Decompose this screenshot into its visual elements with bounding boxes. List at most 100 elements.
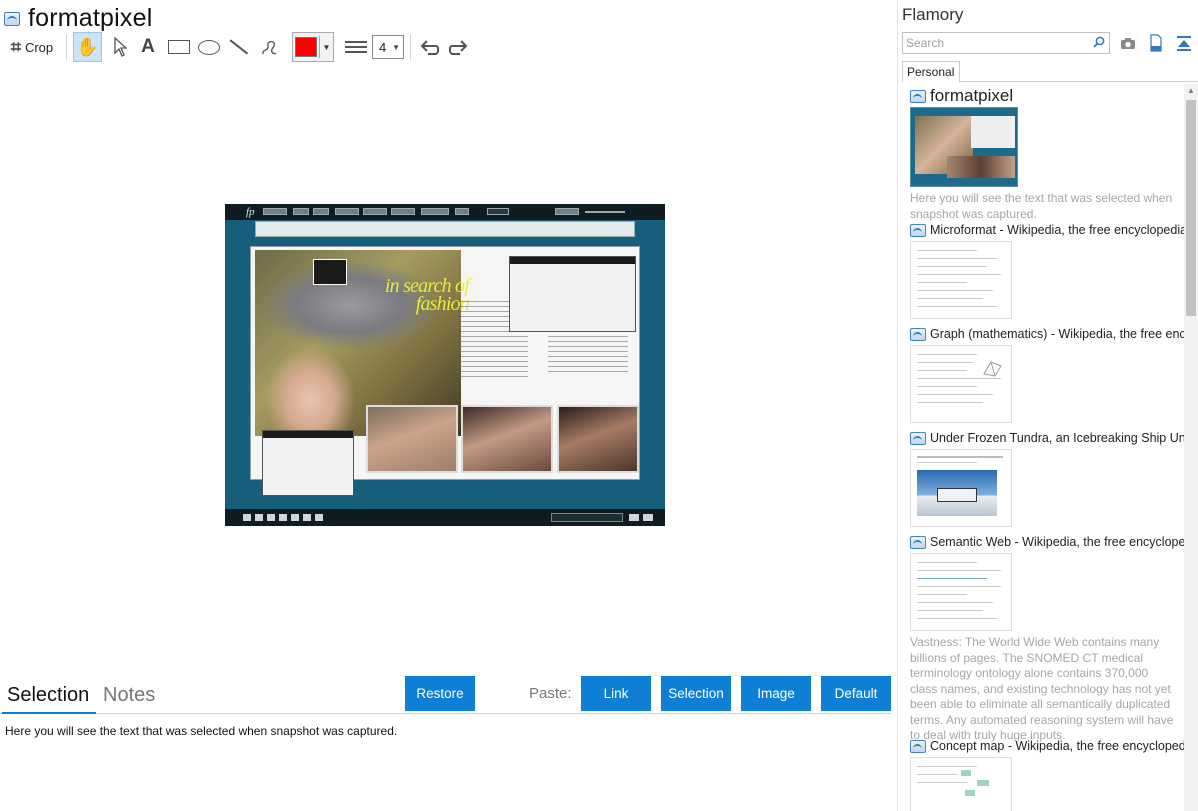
list-item-thumbnail	[910, 553, 1012, 631]
tab-notes[interactable]: Notes	[103, 684, 155, 707]
paste-link-button[interactable]: Link	[581, 676, 651, 711]
snapshot-icon	[910, 327, 926, 341]
sidebar-app-title: Flamory	[902, 5, 964, 24]
list-item-thumbnail	[910, 345, 1012, 423]
list-item-title: Semantic Web - Wikipedia, the free encyc…	[930, 535, 1184, 549]
snapshot-header-button	[335, 208, 359, 215]
snapshot-icon	[4, 12, 20, 26]
freehand-tool-button[interactable]	[256, 32, 282, 62]
document-icon[interactable]	[1148, 34, 1164, 52]
undo-button[interactable]	[416, 32, 442, 62]
snapshot-nav-button	[643, 514, 653, 521]
list-item-header: formatpixel	[898, 86, 1184, 105]
list-item-thumbnail	[910, 449, 1012, 527]
text-tool-icon: A	[141, 36, 155, 57]
hand-tool-button[interactable]: ✋	[73, 32, 102, 62]
snapshot-nav-button	[291, 514, 299, 521]
search-field[interactable]	[902, 32, 1110, 54]
snapshot-app-header: fp	[225, 204, 665, 220]
snapshot-nav-button	[629, 514, 639, 521]
list-item-header: Semantic Web - Wikipedia, the free encyc…	[898, 533, 1184, 551]
list-item-header: Graph (mathematics) - Wikipedia, the fre…	[898, 325, 1184, 343]
tab-personal[interactable]: Personal	[902, 61, 960, 82]
ellipse-tool-button[interactable]	[196, 32, 222, 62]
drawing-toolbar: ⌗ Crop ✋ A ▼ 4 ▼	[0, 32, 896, 62]
snapshot-header-select	[487, 208, 509, 215]
pointer-tool-button[interactable]	[108, 32, 132, 62]
line-width-select[interactable]: 4 ▼	[372, 35, 404, 59]
toolbar-divider	[66, 34, 67, 60]
camera-icon[interactable]	[1120, 34, 1136, 52]
rectangle-icon	[168, 40, 190, 54]
selection-text[interactable]: Here you will see the text that was sele…	[5, 724, 397, 738]
snapshot-header-button	[391, 208, 415, 215]
color-swatch	[295, 37, 317, 57]
snapshot-list: formatpixel Here you will see the text t…	[898, 84, 1184, 811]
snapshot-header-button	[313, 208, 329, 215]
paste-default-button[interactable]: Default	[821, 676, 891, 711]
tab-strip-line	[960, 81, 1198, 82]
scrollbar-thumb[interactable]	[1186, 100, 1196, 316]
search-input[interactable]	[903, 33, 1083, 53]
snapshot-text-column	[548, 331, 628, 373]
notes-tabs-bar: Selection Notes Restore Paste: Link Sele…	[0, 676, 896, 714]
chevron-down-icon: ▼	[392, 42, 400, 52]
list-item-description: Vastness: The World Wide Web contains ma…	[910, 635, 1174, 742]
snapshot-nav-button	[303, 514, 311, 521]
list-item-thumbnail	[910, 107, 1018, 187]
list-item[interactable]: Semantic Web - Wikipedia, the free encyc…	[898, 533, 1184, 744]
snapshot-header-button	[555, 208, 579, 215]
snapshot-page-field	[551, 513, 623, 522]
snapshot-logo: fp	[246, 206, 255, 218]
snapshot-icon	[910, 89, 926, 103]
paste-selection-button[interactable]: Selection	[661, 676, 731, 711]
list-item-thumbnail	[910, 757, 1012, 811]
list-item[interactable]: Microformat - Wikipedia, the free encycl…	[898, 221, 1184, 319]
list-item-title: Graph (mathematics) - Wikipedia, the fre…	[930, 327, 1184, 341]
editor-pane: formatpixel ⌗ Crop ✋ A ▼ 4 ▼ fp in searc…	[0, 0, 896, 811]
sidebar-scrollbar[interactable]: ▲	[1184, 84, 1198, 811]
search-icon[interactable]	[1093, 36, 1105, 48]
text-tool-button[interactable]: A	[136, 32, 160, 62]
snapshot-zoom-slider	[585, 211, 625, 213]
document-title[interactable]: formatpixel	[28, 4, 152, 33]
line-width-value: 4	[379, 39, 387, 55]
snapshot-nav-button	[267, 514, 275, 521]
paste-label: Paste:	[529, 685, 572, 702]
list-item[interactable]: Concept map - Wikipedia, the free encycl…	[898, 737, 1184, 811]
paste-image-button[interactable]: Image	[741, 676, 811, 711]
snapshot-app-footer	[225, 509, 665, 526]
title-bar: formatpixel	[4, 4, 152, 32]
list-item-title: Microformat - Wikipedia, the free encycl…	[930, 223, 1184, 237]
tab-selection[interactable]: Selection	[7, 684, 89, 707]
snapshot-header-button	[293, 208, 309, 215]
crop-button[interactable]: ⌗ Crop	[6, 32, 58, 62]
color-picker-button[interactable]: ▼	[292, 32, 334, 62]
redo-icon	[448, 40, 468, 55]
redo-button[interactable]	[446, 32, 472, 62]
collapse-top-icon[interactable]	[1176, 34, 1192, 52]
list-item[interactable]: Graph (mathematics) - Wikipedia, the fre…	[898, 325, 1184, 423]
list-item[interactable]: Under Frozen Tundra, an Icebreaking Ship…	[898, 429, 1184, 527]
list-item[interactable]: formatpixel Here you will see the text t…	[898, 86, 1184, 222]
snapshot-panel-header	[510, 257, 635, 264]
flamory-sidebar: Flamory Personal formatpixel Her	[897, 0, 1198, 811]
toolbar-divider	[410, 34, 411, 60]
snapshot-image[interactable]: fp in search of fashion	[225, 204, 665, 526]
tabs-divider	[0, 713, 891, 714]
snapshot-magazine-page: in search of fashion	[250, 246, 640, 496]
line-tool-button[interactable]	[226, 32, 252, 62]
snapshot-image-properties-panel	[262, 430, 354, 496]
restore-button[interactable]: Restore	[405, 676, 475, 711]
app-window: formatpixel ⌗ Crop ✋ A ▼ 4 ▼ fp in searc…	[0, 0, 1198, 811]
hand-icon: ✋	[76, 36, 99, 57]
snapshot-thumb-photo	[366, 405, 458, 473]
list-item-thumbnail	[910, 241, 1012, 319]
rectangle-tool-button[interactable]	[166, 32, 192, 62]
scroll-up-icon[interactable]: ▲	[1187, 86, 1195, 95]
snapshot-motion-panel	[509, 256, 636, 332]
list-item-title: formatpixel	[930, 86, 1014, 105]
snapshot-header-button	[263, 208, 287, 215]
line-style-button[interactable]	[343, 32, 369, 62]
line-weight-icon	[345, 38, 367, 56]
